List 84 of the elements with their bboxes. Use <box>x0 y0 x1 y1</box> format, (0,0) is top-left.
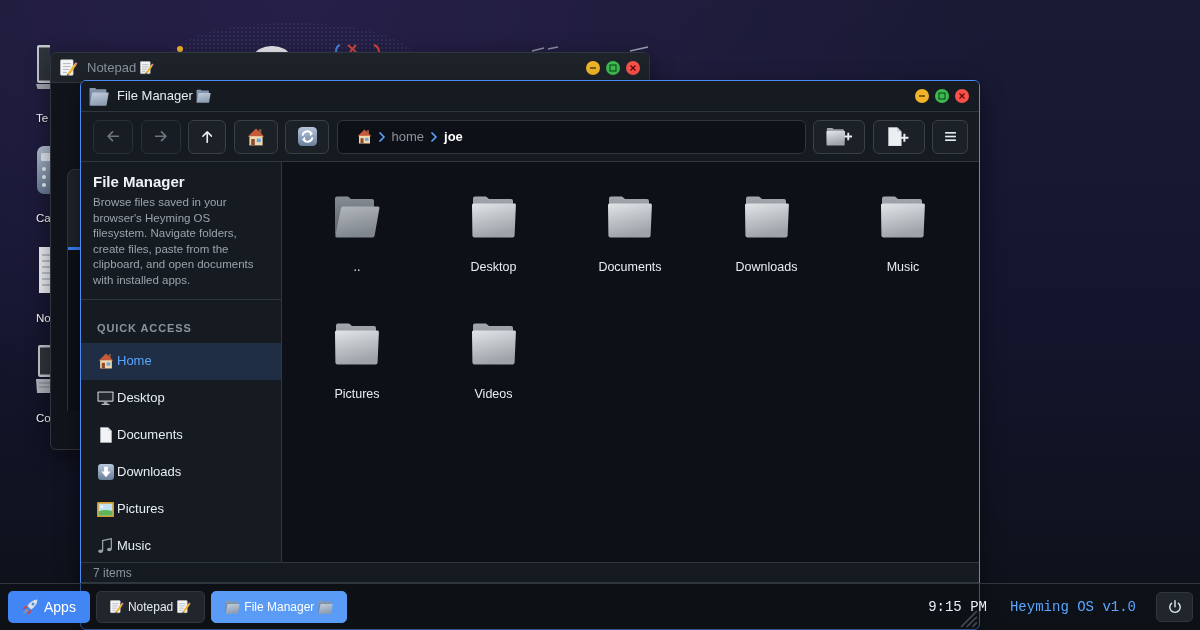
left-arrow-icon <box>107 131 119 142</box>
resize-grip-icon[interactable] <box>960 610 978 628</box>
new-file-button[interactable] <box>872 119 925 154</box>
document-icon <box>99 427 112 444</box>
download-icon <box>97 464 114 481</box>
right-arrow-icon <box>154 131 167 142</box>
up-arrow-icon <box>201 130 213 143</box>
path-segment[interactable]: home <box>391 128 425 145</box>
open-folder-icon <box>225 600 241 614</box>
folder-icon <box>880 194 926 238</box>
minimize-icon <box>918 92 926 100</box>
new-folder-button[interactable] <box>813 119 865 154</box>
memo-icon <box>140 60 155 75</box>
refresh-icon <box>297 127 317 146</box>
sidebar-item[interactable]: Music <box>81 527 281 562</box>
os-version: Heyming OS v1.0 <box>1009 599 1136 615</box>
sidebar-item[interactable]: Pictures <box>81 490 281 528</box>
sidebar-item[interactable]: Documents <box>81 416 281 454</box>
picture-icon <box>97 501 114 517</box>
sidebar-title: File Manager <box>93 173 186 191</box>
sidebar-description: Browse files saved in your browser's Heyming OS filesystem. Navigate folders, create files, paste from the clipboard, and open documents with installed apps. <box>93 195 255 288</box>
open-folder-icon <box>334 194 380 238</box>
folder-item[interactable]: Music <box>848 181 958 283</box>
memo-icon <box>177 600 192 614</box>
maximize-icon <box>609 63 617 72</box>
close-button[interactable] <box>955 89 969 103</box>
section-heading: QUICK ACCESS <box>97 320 192 335</box>
monitor-icon <box>97 390 114 406</box>
power-button[interactable] <box>1156 592 1193 622</box>
open-folder-icon <box>89 86 109 106</box>
folder-icon <box>470 321 517 365</box>
refresh-button[interactable] <box>285 119 329 154</box>
close-icon <box>629 63 637 72</box>
memo-icon <box>60 58 78 77</box>
minimize-button[interactable] <box>586 60 600 75</box>
chevron-icon <box>378 131 385 142</box>
taskbar-button[interactable]: Notepad <box>95 591 206 623</box>
apps-button[interactable]: Apps <box>8 591 90 623</box>
path-segment[interactable]: joe <box>444 128 463 145</box>
rocket-icon <box>22 599 38 615</box>
open-folder-icon <box>318 600 334 614</box>
icon-label: Ca <box>36 211 51 225</box>
close-button[interactable] <box>626 60 640 75</box>
house-icon <box>356 129 372 144</box>
folder-icon <box>470 194 517 238</box>
minimize-button[interactable] <box>915 89 929 103</box>
close-icon <box>958 92 966 100</box>
home-button[interactable] <box>233 119 278 154</box>
folder-item[interactable]: Videos <box>438 308 549 410</box>
folder-item[interactable]: Downloads <box>711 181 822 283</box>
house-icon <box>97 353 114 370</box>
clock: 9:15 PM <box>928 599 987 615</box>
menu-button[interactable] <box>932 119 968 154</box>
icon-label: No <box>36 311 51 325</box>
folder-icon <box>334 321 380 365</box>
path-bar[interactable]: home joe <box>336 119 806 154</box>
maximize-button[interactable] <box>935 89 949 103</box>
sidebar-item[interactable]: Home <box>81 342 281 380</box>
memo-icon <box>109 600 124 614</box>
calculator-icon[interactable] <box>36 145 50 195</box>
sidebar-item[interactable]: Downloads <box>81 453 281 491</box>
up-button[interactable] <box>188 119 226 154</box>
music-note-icon <box>98 538 113 554</box>
open-folder-icon <box>195 89 211 103</box>
maximize-icon <box>938 92 946 100</box>
sidebar-item[interactable]: Desktop <box>81 379 281 417</box>
power-icon <box>1168 600 1181 614</box>
icon-label: Te <box>36 111 49 125</box>
icon-label: Co <box>36 411 51 425</box>
file-plus-icon <box>888 126 909 147</box>
window-title: File Manager <box>117 88 193 104</box>
folder-icon <box>607 194 653 238</box>
folder-item[interactable]: Documents <box>575 181 685 283</box>
window-title: Notepad <box>87 59 137 76</box>
maximize-button[interactable] <box>606 60 620 75</box>
folder-plus-icon <box>825 127 853 146</box>
house-icon <box>246 127 265 146</box>
item-count: 7 items <box>93 565 132 580</box>
folder-item[interactable]: .. <box>302 181 412 283</box>
menu-icon <box>944 132 956 141</box>
folder-item[interactable]: Pictures <box>302 308 412 410</box>
folder-item[interactable]: Desktop <box>438 181 549 283</box>
folder-icon <box>743 194 790 238</box>
chevron-icon <box>431 131 438 142</box>
